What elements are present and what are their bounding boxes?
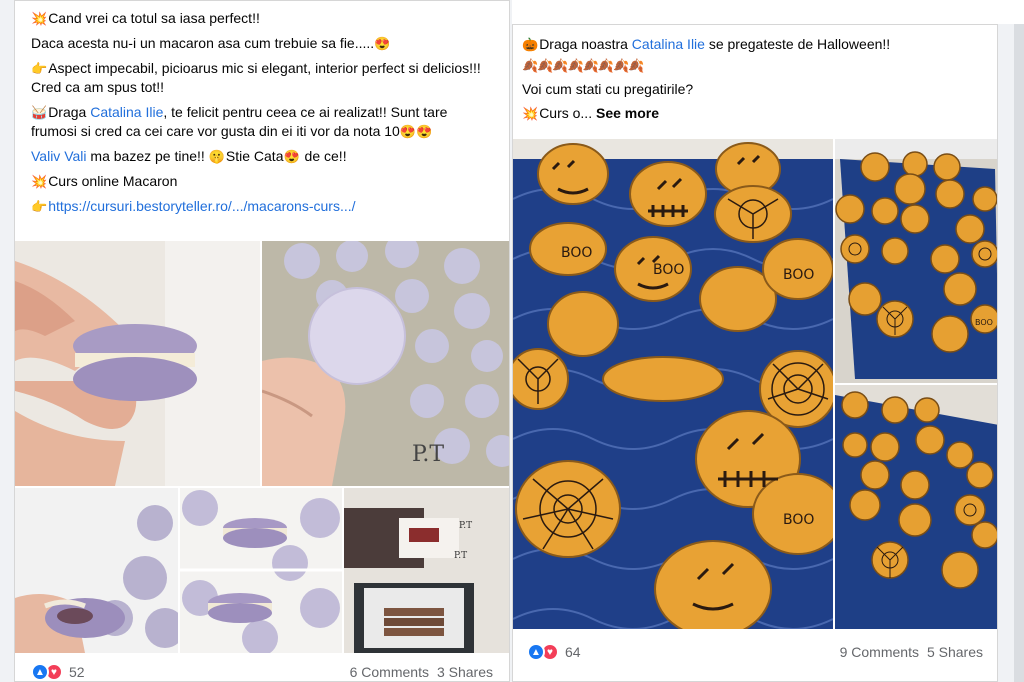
reactions-summary[interactable]: ▲ ♥ 64 [527,643,581,661]
post-line: 💥Curs online Macaron [31,173,178,189]
heart-eyes-emoji-icon: 😍 [374,36,391,51]
reaction-count: 64 [565,644,581,660]
boo-text: BOO [783,512,814,528]
thumbs-up-icon: ▲ [527,643,545,661]
shares-count[interactable]: 5 Shares [927,644,983,660]
collision-emoji-icon: 💥 [31,11,48,26]
mat-label: P.T [454,551,467,561]
see-more-link[interactable]: See more [596,105,659,121]
heart-eyes-emoji-icon: 😍 [283,149,300,164]
post-line: 💥Cand vrei ca totul sa iasa perfect!! [31,10,260,26]
post-line: 💥Curs o... See more [522,105,660,121]
heart-eyes-emoji-icon: 😍😍 [399,124,433,139]
pumpkin-emoji-icon: 🎃 [522,37,539,52]
comments-count[interactable]: 6 Comments [350,664,429,680]
post-right-text: 🎃Draga noastra Catalina Ilie se pregates… [513,25,997,123]
post-right: 🎃Draga noastra Catalina Ilie se pregates… [512,24,998,682]
shares-count[interactable]: 3 Shares [437,664,493,680]
scrollbar[interactable] [1014,24,1024,682]
pointing-hand-emoji-icon: 👉 [31,61,48,76]
boo-text: BOO [975,318,993,327]
post-left-text: 💥Cand vrei ca totul sa iasa perfect!! Da… [15,1,509,216]
mat-label: P.T [412,442,444,467]
thumbs-up-icon: ▲ [31,663,49,681]
mention-link[interactable]: Catalina Ilie [90,104,163,120]
post-line: Voi cum stati cu pregatirile? [522,81,694,97]
top-background-strip [512,0,1024,24]
scrollbar-track[interactable] [1000,24,1024,682]
photo-macaron-hand[interactable] [15,241,260,486]
pointing-hand-emoji-icon: 👉 [31,199,48,214]
photo-grid: BOO BOO BOO BOO BOO [513,139,997,629]
mention-link[interactable]: Valiv Vali [31,148,87,164]
drum-emoji-icon: 🥁 [31,105,48,120]
post-line: Daca acesta nu-i un macaron asa cum treb… [31,35,391,51]
post-left-footer: ▲ ♥ 52 6 Comments 3 Shares [15,657,509,681]
post-line: Valiv Vali ma bazez pe tine!! 🤫Stie Cata… [31,148,347,164]
box-label: P.T [459,521,472,531]
boo-text: BOO [653,262,684,278]
post-line: 👉https://cursuri.bestoryteller.ro/.../ma… [31,197,493,216]
photo-macaron-bitten[interactable] [15,488,178,653]
collision-emoji-icon: 💥 [31,174,48,189]
photo-halloween-tray-top[interactable]: BOO [835,139,997,383]
post-line: 🎃Draga noastra Catalina Ilie se pregates… [522,36,891,52]
post-left: 💥Cand vrei ca totul sa iasa perfect!! Da… [14,0,510,682]
comments-count[interactable]: 9 Comments [840,644,919,660]
collision-emoji-icon: 💥 [522,106,539,121]
photo-halloween-tray-bottom[interactable] [835,385,997,629]
shushing-emoji-icon: 🤫 [208,149,225,164]
boo-text: BOO [783,267,814,283]
reaction-count: 52 [69,664,85,680]
photo-macaron-shell[interactable]: P.T [262,241,509,486]
boo-text: BOO [561,245,592,261]
course-link[interactable]: https://cursuri.bestoryteller.ro/.../mac… [48,198,355,214]
reactions-summary[interactable]: ▲ ♥ 52 [31,663,85,681]
leaves-emoji-row: 🍂🍂🍂🍂🍂🍂🍂🍂 [522,58,645,73]
photo-macarons-filled[interactable] [180,488,342,653]
photo-course-box[interactable]: P.T P.T [344,488,509,653]
post-line: 🥁Draga Catalina Ilie, te felicit pentru … [31,104,448,139]
photo-grid: P.T P.T P.T [15,241,509,653]
post-line: 👉Aspect impecabil, picioarus mic si eleg… [31,60,481,95]
mention-link[interactable]: Catalina Ilie [632,36,705,52]
photo-halloween-macarons-large[interactable]: BOO BOO BOO BOO [513,139,833,629]
post-right-footer: ▲ ♥ 64 9 Comments 5 Shares [513,637,997,667]
